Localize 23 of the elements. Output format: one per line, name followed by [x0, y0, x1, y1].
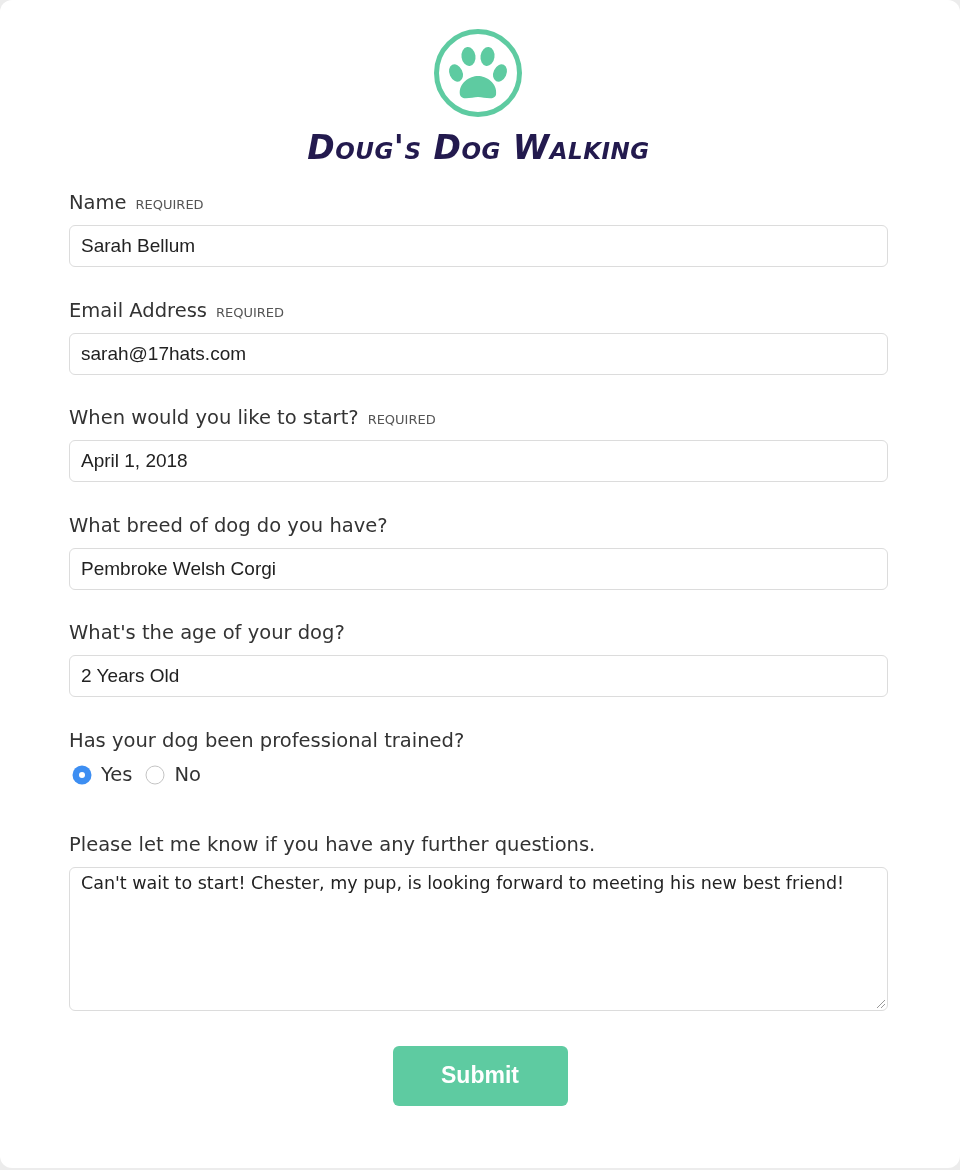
field-label: What breed of dog do you have? — [69, 513, 388, 538]
required-tag: REQUIRED — [215, 304, 285, 320]
paw-icon — [434, 29, 522, 117]
brand-title: Doug's Dog Walking — [307, 129, 650, 167]
option-label[interactable]: Yes — [101, 762, 133, 787]
field-label: Please let me know if you have any further questions. — [69, 832, 596, 857]
text-input[interactable]: Sarah Bellum — [69, 225, 888, 267]
option-label[interactable]: No — [174, 762, 201, 787]
text-input[interactable]: Pembroke Welsh Corgi — [69, 547, 888, 590]
text-input[interactable]: 2 Years Old — [69, 655, 888, 697]
required-tag: REQUIRED — [367, 412, 436, 427]
field-label: Name — [69, 191, 127, 215]
resize-grip-icon[interactable] — [876, 998, 885, 1008]
required-tag: REQUIRED — [135, 197, 204, 212]
text-input[interactable]: April 1, 2018 — [69, 440, 888, 482]
field-label: Has your dog been professional trained? — [69, 728, 465, 753]
field-label: Email Address — [69, 298, 207, 323]
text-input[interactable]: sarah@17hats.com — [69, 332, 888, 375]
field-label: When would you like to start? — [69, 406, 359, 430]
radio-button[interactable] — [72, 764, 92, 785]
field-label: What's the age of your dog? — [69, 621, 345, 645]
message-textarea[interactable]: Can't wait to start! Chester, my pup, is looking forward to meeting his new best friend! — [69, 866, 888, 1011]
radio-button[interactable] — [145, 764, 166, 785]
